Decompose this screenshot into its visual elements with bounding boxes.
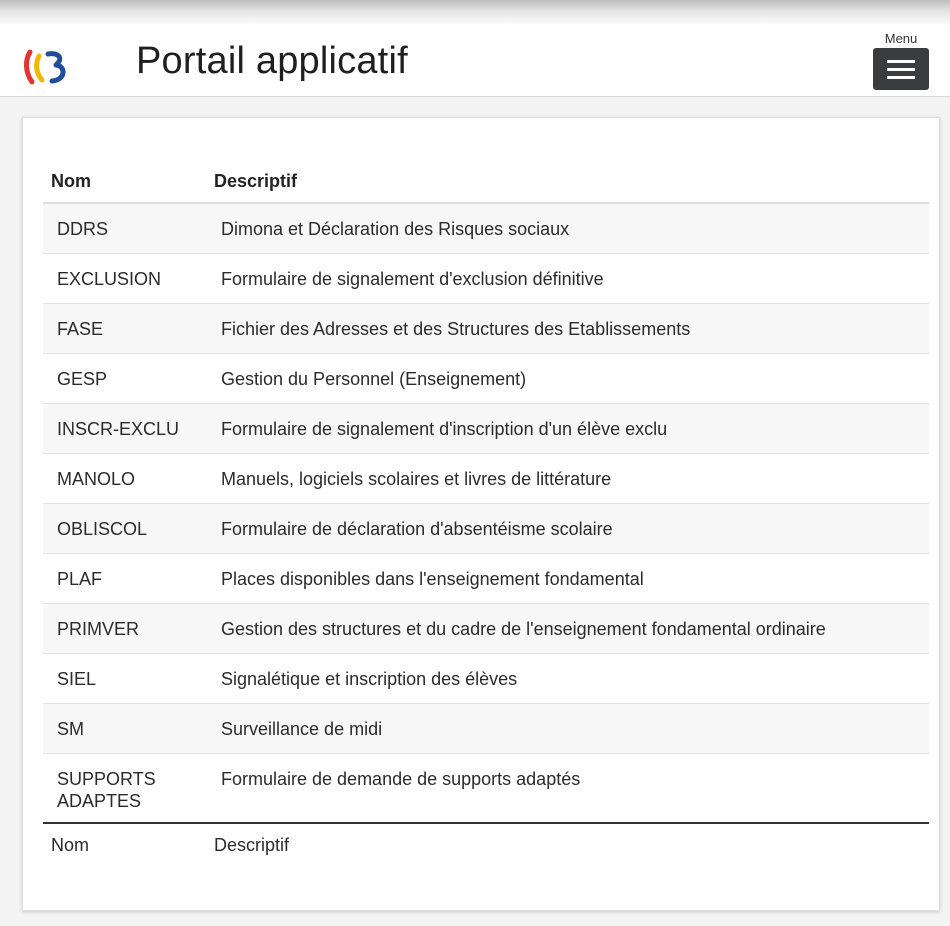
applications-table: Nom Descriptif DDRS Dimona et Déclaration… xyxy=(43,158,929,866)
table-row[interactable]: DDRS Dimona et Déclaration des Risques so… xyxy=(43,203,929,254)
app-name-cell[interactable]: SM xyxy=(43,703,213,754)
app-description-cell: Fichier des Adresses et des Structures d… xyxy=(213,303,929,354)
app-name-cell[interactable]: EXCLUSION xyxy=(43,253,213,304)
app-description-cell: Gestion des structures et du cadre de l'… xyxy=(213,603,929,654)
menu-label: Menu xyxy=(884,31,918,46)
page-header: Portail applicatif Menu xyxy=(0,26,950,97)
app-name-cell[interactable]: SIEL xyxy=(43,653,213,704)
menu: Menu xyxy=(872,32,930,90)
app-name-cell[interactable]: INSCR-EXCLU xyxy=(43,403,213,454)
fwb-logo-icon[interactable] xyxy=(22,46,80,86)
table-row[interactable]: PRIMVER Gestion des structures et du cadr… xyxy=(43,603,929,654)
app-description-cell: Surveillance de midi xyxy=(213,703,929,754)
app-description-cell: Manuels, logiciels scolaires et livres d… xyxy=(213,453,929,504)
app-description-cell: Formulaire de signalement d'inscription … xyxy=(213,403,929,454)
app-description-cell: Signalétique et inscription des élèves xyxy=(213,653,929,704)
table-row[interactable]: SUPPORTS ADAPTES Formulaire de demande de… xyxy=(43,753,929,823)
column-header-description[interactable]: Descriptif xyxy=(213,158,929,204)
app-description-cell: Dimona et Déclaration des Risques sociau… xyxy=(213,203,929,254)
column-footer-description: Descriptif xyxy=(213,822,929,866)
page-title: Portail applicatif xyxy=(136,40,408,82)
app-name-cell[interactable]: DDRS xyxy=(43,203,213,254)
applications-card: Nom Descriptif DDRS Dimona et Déclaration… xyxy=(22,117,940,911)
app-name-cell[interactable]: SUPPORTS ADAPTES xyxy=(43,753,213,823)
app-description-cell: Formulaire de signalement d'exclusion dé… xyxy=(213,253,929,304)
hamburger-icon-bar xyxy=(887,76,915,79)
app-name-cell[interactable]: MANOLO xyxy=(43,453,213,504)
table-row[interactable]: OBLISCOL Formulaire de déclaration d'abse… xyxy=(43,503,929,554)
table-row[interactable]: FASE Fichier des Adresses et des Structur… xyxy=(43,303,929,354)
hamburger-icon-bar xyxy=(887,68,915,71)
app-name-cell[interactable]: OBLISCOL xyxy=(43,503,213,554)
app-name-cell[interactable]: PRIMVER xyxy=(43,603,213,654)
hamburger-icon xyxy=(887,60,915,63)
app-name-cell[interactable]: PLAF xyxy=(43,553,213,604)
table-row[interactable]: INSCR-EXCLU Formulaire de signalement d'i… xyxy=(43,403,929,454)
app-name-cell[interactable]: FASE xyxy=(43,303,213,354)
table-header-row: Nom Descriptif xyxy=(43,158,929,204)
app-description-cell: Gestion du Personnel (Enseignement) xyxy=(213,353,929,404)
table-row[interactable]: GESP Gestion du Personnel (Enseignement) xyxy=(43,353,929,404)
table-row[interactable]: SIEL Signalétique et inscription des élèv… xyxy=(43,653,929,704)
column-footer-name: Nom xyxy=(43,822,213,866)
column-header-name[interactable]: Nom xyxy=(43,158,213,204)
table-row[interactable]: PLAF Places disponibles dans l'enseigneme… xyxy=(43,553,929,604)
app-description-cell: Formulaire de déclaration d'absentéisme … xyxy=(213,503,929,554)
menu-button[interactable] xyxy=(873,48,929,90)
table-footer-row: Nom Descriptif xyxy=(43,822,929,866)
table-row[interactable]: SM Surveillance de midi xyxy=(43,703,929,754)
app-name-cell[interactable]: GESP xyxy=(43,353,213,404)
applications-table-body: DDRS Dimona et Déclaration des Risques so… xyxy=(43,203,929,823)
app-description-cell: Places disponibles dans l'enseignement f… xyxy=(213,553,929,604)
table-row[interactable]: EXCLUSION Formulaire de signalement d'exc… xyxy=(43,253,929,304)
table-row[interactable]: MANOLO Manuels, logiciels scolaires et li… xyxy=(43,453,929,504)
window-top-shadow xyxy=(0,0,950,26)
app-description-cell: Formulaire de demande de supports adapté… xyxy=(213,753,929,823)
